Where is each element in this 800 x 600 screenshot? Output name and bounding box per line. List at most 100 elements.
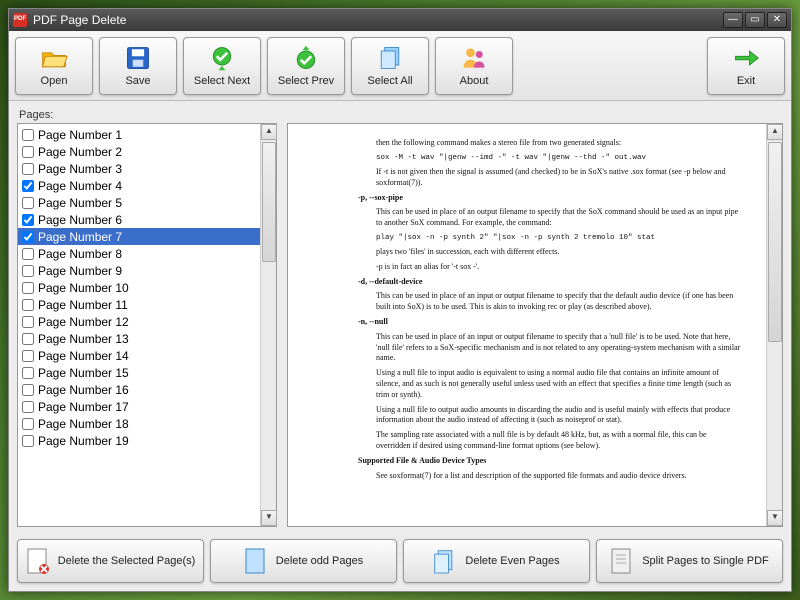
preview-scroll-down[interactable]: ▼ [767, 510, 783, 526]
preview-page: then the following command makes a stere… [288, 124, 766, 526]
page-item[interactable]: Page Number 2 [18, 143, 260, 160]
delete-even-label: Delete Even Pages [465, 555, 559, 567]
page-item[interactable]: Page Number 6 [18, 211, 260, 228]
preview-scroll-thumb[interactable] [768, 142, 782, 342]
open-label: Open [41, 75, 68, 87]
page-checkbox[interactable] [22, 333, 34, 345]
page-checkbox[interactable] [22, 146, 34, 158]
page-label: Page Number 2 [38, 145, 122, 159]
delete-selected-button[interactable]: Delete the Selected Page(s) [17, 539, 204, 583]
page-checkbox[interactable] [22, 384, 34, 396]
page-item[interactable]: Page Number 18 [18, 415, 260, 432]
page-checkbox[interactable] [22, 282, 34, 294]
pages-stack-icon [376, 44, 404, 72]
page-label: Page Number 15 [38, 366, 129, 380]
page-list[interactable]: Page Number 1 Page Number 2 Page Number 3 P… [18, 124, 260, 526]
page-item[interactable]: Page Number 12 [18, 313, 260, 330]
page-label: Page Number 6 [38, 213, 122, 227]
page-checkbox[interactable] [22, 129, 34, 141]
page-item[interactable]: Page Number 10 [18, 279, 260, 296]
preview-scrollbar[interactable]: ▲ ▼ [766, 124, 782, 526]
page-split-icon [610, 547, 634, 575]
maximize-button[interactable]: ▭ [745, 12, 765, 28]
bottom-toolbar: Delete the Selected Page(s) Delete odd P… [9, 533, 791, 591]
split-pages-label: Split Pages to Single PDF [642, 555, 769, 567]
page-checkbox[interactable] [22, 180, 34, 192]
folder-open-icon [40, 44, 68, 72]
pages-header-label: Pages: [17, 107, 783, 121]
page-checkbox[interactable] [22, 214, 34, 226]
page-checkbox[interactable] [22, 265, 34, 277]
close-button[interactable]: ✕ [767, 12, 787, 28]
about-label: About [460, 75, 489, 87]
app-icon [13, 13, 27, 27]
page-list-panel: Page Number 1 Page Number 2 Page Number 3 P… [17, 123, 277, 527]
page-item[interactable]: Page Number 11 [18, 296, 260, 313]
page-checkbox[interactable] [22, 316, 34, 328]
scroll-up-button[interactable]: ▲ [261, 124, 277, 140]
page-item[interactable]: Page Number 16 [18, 381, 260, 398]
delete-selected-label: Delete the Selected Page(s) [58, 555, 196, 567]
page-item[interactable]: Page Number 19 [18, 432, 260, 449]
select-next-button[interactable]: Select Next [183, 37, 261, 95]
page-label: Page Number 17 [38, 400, 129, 414]
page-list-scrollbar[interactable]: ▲ ▼ [260, 124, 276, 526]
page-item[interactable]: Page Number 3 [18, 160, 260, 177]
toolbar: Open Save Select Next Select Prev Select… [9, 31, 791, 101]
page-item[interactable]: Page Number 1 [18, 126, 260, 143]
people-icon [460, 44, 488, 72]
page-label: Page Number 3 [38, 162, 122, 176]
page-even-icon [433, 547, 457, 575]
page-checkbox[interactable] [22, 197, 34, 209]
save-label: Save [125, 75, 150, 87]
page-label: Page Number 8 [38, 247, 122, 261]
page-checkbox[interactable] [22, 367, 34, 379]
delete-odd-button[interactable]: Delete odd Pages [210, 539, 397, 583]
page-item[interactable]: Page Number 7 [18, 228, 260, 245]
content-area: Pages: Page Number 1Page Number 2Page Nu… [9, 101, 791, 533]
split-pages-button[interactable]: Split Pages to Single PDF [596, 539, 783, 583]
select-next-label: Select Next [194, 75, 250, 87]
scroll-thumb[interactable] [262, 142, 276, 262]
page-item[interactable]: Page Number 4 [18, 177, 260, 194]
page-item[interactable]: Page Number 8 [18, 245, 260, 262]
page-label: Page Number 16 [38, 383, 129, 397]
select-all-button[interactable]: Select All [351, 37, 429, 95]
delete-odd-label: Delete odd Pages [276, 555, 363, 567]
open-button[interactable]: Open [15, 37, 93, 95]
page-label: Page Number 10 [38, 281, 129, 295]
select-all-label: Select All [367, 75, 412, 87]
page-item[interactable]: Page Number 14 [18, 347, 260, 364]
page-label: Page Number 12 [38, 315, 129, 329]
page-label: Page Number 19 [38, 434, 129, 448]
page-label: Page Number 11 [38, 298, 128, 312]
page-label: Page Number 4 [38, 179, 122, 193]
page-label: Page Number 7 [38, 230, 122, 244]
page-checkbox[interactable] [22, 435, 34, 447]
window-title: PDF Page Delete [33, 13, 721, 27]
save-button[interactable]: Save [99, 37, 177, 95]
page-checkbox[interactable] [22, 299, 34, 311]
page-odd-icon [244, 547, 268, 575]
page-item[interactable]: Page Number 13 [18, 330, 260, 347]
page-item[interactable]: Page Number 17 [18, 398, 260, 415]
page-delete-icon [26, 547, 50, 575]
page-checkbox[interactable] [22, 163, 34, 175]
about-button[interactable]: About [435, 37, 513, 95]
select-prev-button[interactable]: Select Prev [267, 37, 345, 95]
page-checkbox[interactable] [22, 401, 34, 413]
exit-button[interactable]: Exit [707, 37, 785, 95]
page-item[interactable]: Page Number 15 [18, 364, 260, 381]
page-label: Page Number 18 [38, 417, 129, 431]
page-label: Page Number 5 [38, 196, 122, 210]
minimize-button[interactable]: — [723, 12, 743, 28]
delete-even-button[interactable]: Delete Even Pages [403, 539, 590, 583]
scroll-down-button[interactable]: ▼ [261, 510, 277, 526]
page-item[interactable]: Page Number 5 [18, 194, 260, 211]
page-item[interactable]: Page Number 9 [18, 262, 260, 279]
page-checkbox[interactable] [22, 231, 34, 243]
page-checkbox[interactable] [22, 248, 34, 260]
page-checkbox[interactable] [22, 350, 34, 362]
page-checkbox[interactable] [22, 418, 34, 430]
preview-scroll-up[interactable]: ▲ [767, 124, 783, 140]
